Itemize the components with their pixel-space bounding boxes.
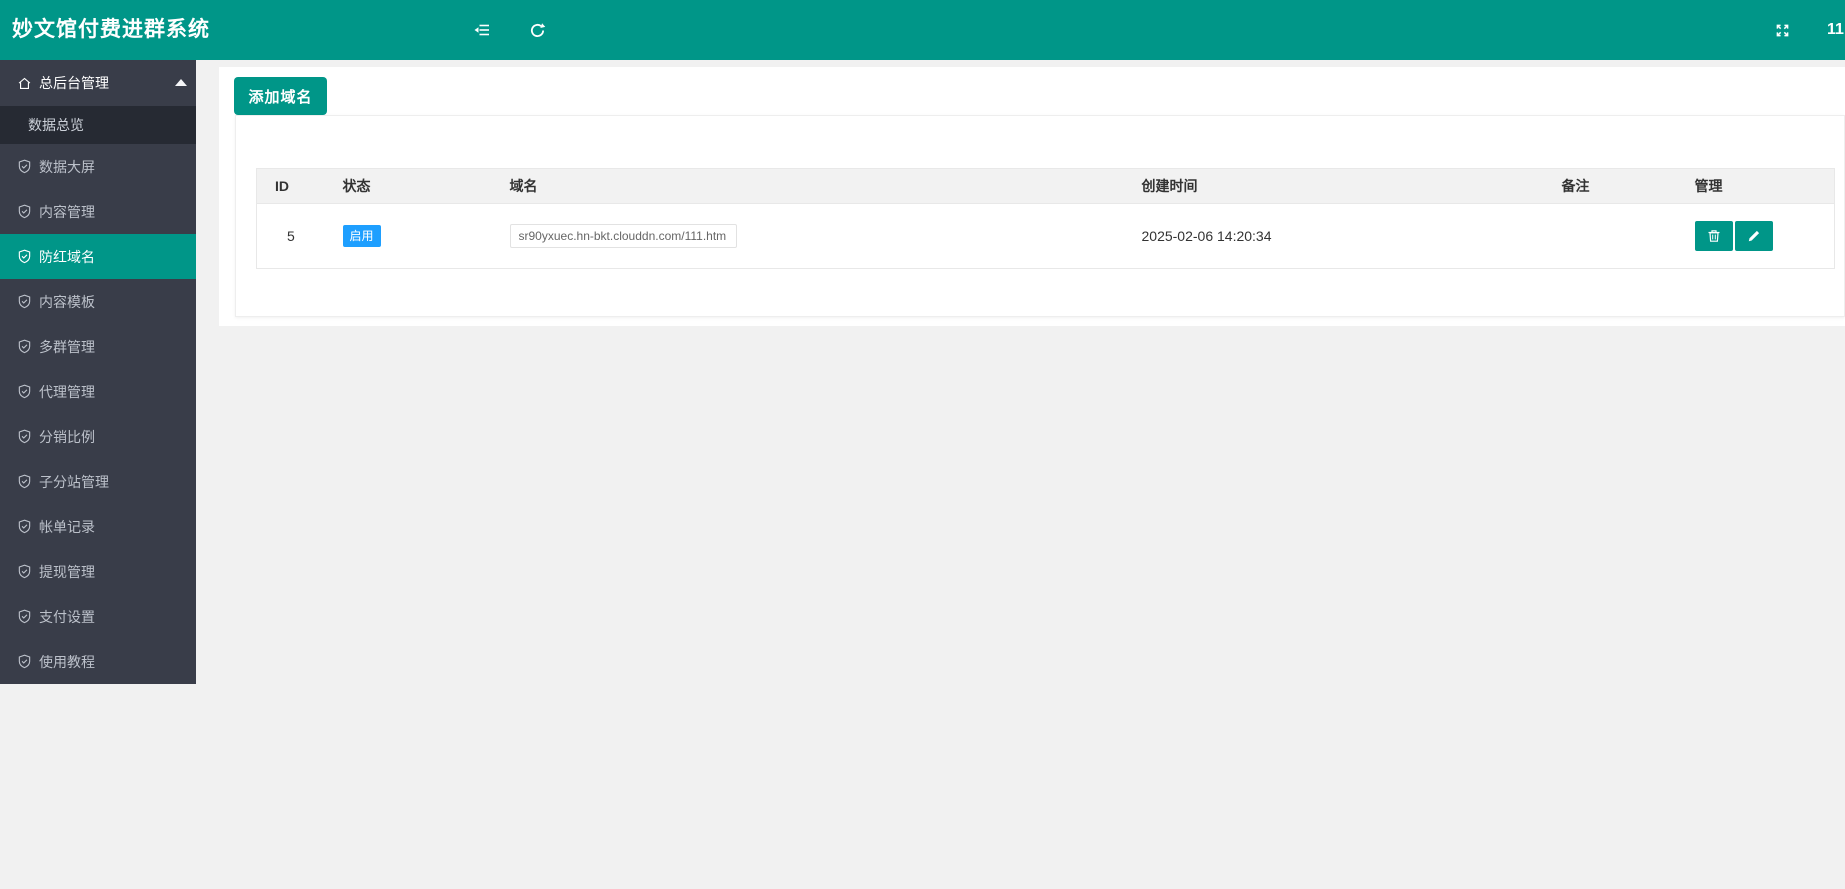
shield-check-icon bbox=[17, 519, 32, 534]
cell-status: 启用 bbox=[325, 204, 492, 269]
table-row: 5 启用 2025-02-06 14:20:34 bbox=[257, 204, 1835, 269]
shield-check-icon bbox=[17, 294, 32, 309]
sidebar-nav: 总后台管理 数据总览 数据大屏 内容管理 防红域名 内容模板 多群管理 代理管理… bbox=[0, 60, 196, 684]
sidebar-item-label: 帐单记录 bbox=[39, 518, 95, 535]
topbar-right-text: 11 bbox=[1827, 21, 1844, 38]
sidebar-item-label: 防红域名 bbox=[39, 248, 95, 265]
column-header-manage: 管理 bbox=[1676, 168, 1835, 204]
sidebar-item-antired-domain[interactable]: 防红域名 bbox=[0, 234, 196, 279]
sidebar-item-tutorial[interactable]: 使用教程 bbox=[0, 639, 196, 684]
sidebar-item-bill-records[interactable]: 帐单记录 bbox=[0, 504, 196, 549]
shield-check-icon bbox=[17, 204, 32, 219]
add-domain-button[interactable]: 添加域名 bbox=[234, 77, 327, 115]
home-icon bbox=[17, 76, 32, 91]
sidebar-item-withdraw-manage[interactable]: 提现管理 bbox=[0, 549, 196, 594]
fullscreen-icon[interactable] bbox=[1764, 0, 1800, 60]
content-card: 添加域名 ID 状态 域名 创建时间 备注 管理 5 启用 sr90yxuec.… bbox=[219, 67, 1845, 326]
sidebar-item-substation-manage[interactable]: 子分站管理 bbox=[0, 459, 196, 504]
trash-icon bbox=[1708, 230, 1719, 242]
domains-table: ID 状态 域名 创建时间 备注 管理 5 启用 2025 bbox=[256, 168, 1835, 269]
column-header-status: 状态 bbox=[324, 168, 492, 204]
edit-button[interactable] bbox=[1734, 221, 1773, 251]
pencil-icon bbox=[1748, 230, 1759, 242]
shield-check-icon bbox=[17, 339, 32, 354]
cell-actions bbox=[1677, 204, 1835, 269]
sidebar-item-data-overview[interactable]: 数据总览 bbox=[0, 106, 196, 144]
refresh-icon[interactable] bbox=[519, 0, 555, 60]
shield-check-icon bbox=[17, 429, 32, 444]
sidebar-item-label: 分销比例 bbox=[39, 428, 95, 445]
top-header-bar: 妙文馆付费进群系统 11 bbox=[0, 0, 1845, 60]
sidebar-item-label: 支付设置 bbox=[39, 608, 95, 625]
sidebar-item-label: 数据大屏 bbox=[39, 158, 95, 175]
sidebar-item-data-screen[interactable]: 数据大屏 bbox=[0, 144, 196, 189]
delete-button[interactable] bbox=[1694, 221, 1733, 251]
cell-remark bbox=[1544, 204, 1677, 269]
table-header-row: ID 状态 域名 创建时间 备注 管理 bbox=[256, 168, 1835, 204]
sidebar-item-label: 提现管理 bbox=[39, 563, 95, 580]
collapse-sidebar-icon[interactable] bbox=[464, 0, 500, 60]
cell-created: 2025-02-06 14:20:34 bbox=[1141, 228, 1272, 244]
collapse-sidebar-icon bbox=[474, 24, 489, 36]
sidebar-item-label: 多群管理 bbox=[39, 338, 95, 355]
chevron-up-icon bbox=[175, 79, 187, 86]
shield-check-icon bbox=[17, 384, 32, 399]
sidebar-item-payment-settings[interactable]: 支付设置 bbox=[0, 594, 196, 639]
shield-check-icon bbox=[17, 474, 32, 489]
refresh-icon bbox=[530, 22, 545, 37]
cell-id: 5 bbox=[287, 228, 295, 244]
column-header-id: ID bbox=[256, 168, 325, 204]
shield-check-icon bbox=[17, 159, 32, 174]
fullscreen-icon bbox=[1776, 24, 1788, 36]
shield-check-icon bbox=[17, 654, 32, 669]
sidebar-item-commission-ratio[interactable]: 分销比例 bbox=[0, 414, 196, 459]
table-panel: ID 状态 域名 创建时间 备注 管理 5 启用 2025 bbox=[235, 115, 1845, 317]
shield-check-icon bbox=[17, 564, 32, 579]
column-header-created: 创建时间 bbox=[1123, 168, 1544, 204]
sidebar-item-label: 代理管理 bbox=[39, 383, 95, 400]
shield-check-icon bbox=[17, 249, 32, 264]
sidebar-section-admin[interactable]: 总后台管理 bbox=[0, 60, 196, 106]
column-header-remark: 备注 bbox=[1543, 168, 1677, 204]
sidebar-item-label: 使用教程 bbox=[39, 653, 95, 670]
domain-input[interactable] bbox=[509, 224, 737, 248]
cell-domain bbox=[492, 204, 1124, 269]
sidebar-item-content-manage[interactable]: 内容管理 bbox=[0, 189, 196, 234]
sidebar-item-label: 数据总览 bbox=[28, 117, 84, 133]
shield-check-icon bbox=[17, 609, 32, 624]
sidebar-item-label: 内容管理 bbox=[39, 203, 95, 220]
app-title: 妙文馆付费进群系统 bbox=[12, 18, 210, 41]
column-header-domain: 域名 bbox=[491, 168, 1124, 204]
sidebar-item-label: 内容模板 bbox=[39, 293, 95, 310]
sidebar-section-label: 总后台管理 bbox=[39, 75, 109, 91]
sidebar-item-label: 子分站管理 bbox=[39, 473, 109, 490]
sidebar-item-content-template[interactable]: 内容模板 bbox=[0, 279, 196, 324]
sidebar-item-agent-manage[interactable]: 代理管理 bbox=[0, 369, 196, 414]
status-badge-enabled[interactable]: 启用 bbox=[342, 225, 381, 247]
sidebar-item-multi-group[interactable]: 多群管理 bbox=[0, 324, 196, 369]
